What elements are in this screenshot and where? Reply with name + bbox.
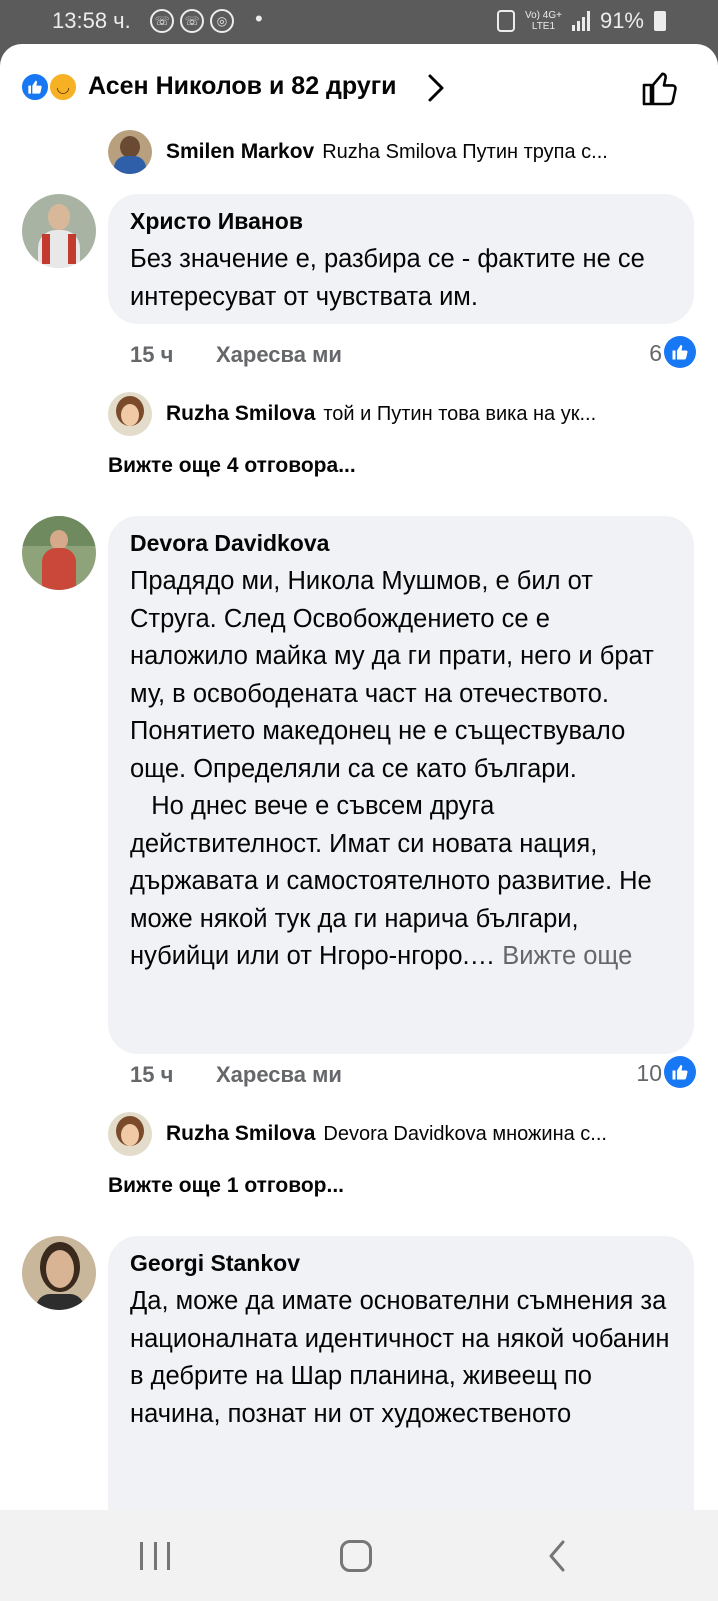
comment-text: Прадядо ми, Никола Мушмов, е бил от Стру… xyxy=(130,567,654,970)
comment-time: 15 ч xyxy=(130,1062,174,1087)
back-icon[interactable] xyxy=(545,1538,569,1574)
avatar[interactable] xyxy=(108,130,152,174)
reactions-header[interactable]: ◡ Асен Николов и 82 други xyxy=(0,44,718,134)
view-more-replies-link[interactable]: Вижте още 4 отговора... xyxy=(108,454,356,478)
system-nav-bar xyxy=(0,1510,718,1601)
status-right: Vo) 4G+ LTE1 91% xyxy=(496,8,666,34)
reactions-summary[interactable]: Асен Николов и 82 други xyxy=(88,72,397,101)
recent-apps-icon[interactable] xyxy=(140,1542,170,1570)
like-icon[interactable] xyxy=(664,1056,696,1088)
status-bar: 13:58 ч. ☏ ☏ ◎ • Vo) 4G+ LTE1 91% xyxy=(0,0,718,44)
home-icon[interactable] xyxy=(340,1540,372,1572)
comments-sheet: ◡ Асен Николов и 82 други Smilen Markov … xyxy=(0,44,718,1510)
comment-author[interactable]: Христо Иванов xyxy=(130,208,672,235)
see-more-link[interactable]: Вижте още xyxy=(502,942,632,970)
avatar[interactable] xyxy=(22,1236,96,1310)
viber-icon: ☏ xyxy=(150,9,174,33)
avatar[interactable] xyxy=(108,1112,152,1156)
like-count[interactable]: 6 xyxy=(649,340,662,367)
comment-time: 15 ч xyxy=(130,342,174,367)
reply-author[interactable]: Ruzha Smilova xyxy=(166,402,315,426)
chevron-right-icon[interactable] xyxy=(424,72,448,104)
like-action-button[interactable]: Харесва ми xyxy=(216,1062,342,1088)
like-action-button[interactable]: Харесва ми xyxy=(216,342,342,368)
reply-preview[interactable]: Ruzha Smilova Devora Davidkova множина с… xyxy=(108,1110,688,1158)
comment-bubble[interactable]: Georgi Stankov Да, може да имате основат… xyxy=(108,1236,694,1510)
network-label: Vo) 4G+ LTE1 xyxy=(524,10,562,32)
signal-icon xyxy=(571,11,590,31)
reply-preview[interactable]: Ruzha Smilova той и Путин това вика на у… xyxy=(108,390,688,438)
comment-author[interactable]: Georgi Stankov xyxy=(130,1250,672,1277)
avatar[interactable] xyxy=(108,392,152,436)
reply-author[interactable]: Smilen Markov xyxy=(166,140,314,164)
alarm-icon xyxy=(496,10,515,32)
reply-snippet[interactable]: Devora Davidkova множина с... xyxy=(323,1123,607,1146)
comment-author[interactable]: Devora Davidkova xyxy=(130,530,672,557)
reaction-icons: ◡ xyxy=(20,70,84,104)
battery-percent: 91% xyxy=(599,8,644,33)
haha-icon: ◡ xyxy=(48,72,78,102)
like-button-icon[interactable] xyxy=(640,68,680,108)
comment-bubble[interactable]: Христо Иванов Без значение е, разбира се… xyxy=(108,194,694,324)
avatar[interactable] xyxy=(22,516,96,590)
chrome-icon: ◎ xyxy=(210,9,234,33)
battery-icon xyxy=(654,11,666,31)
like-count[interactable]: 10 xyxy=(636,1060,662,1087)
viber-icon-2: ☏ xyxy=(180,9,204,33)
comment-actions: 15 ч Харесва ми 6 xyxy=(130,334,696,374)
comment-actions: 15 ч Харесва ми 10 xyxy=(130,1054,696,1094)
like-icon[interactable] xyxy=(664,336,696,368)
more-notifications-dot: • xyxy=(255,6,263,31)
comment-text: Без значение е, разбира се - фактите не … xyxy=(130,245,652,311)
notification-icons: ☏ ☏ ◎ xyxy=(150,9,234,33)
reply-snippet[interactable]: той и Путин това вика на ук... xyxy=(323,403,596,426)
comment-bubble[interactable]: Devora Davidkova Прадядо ми, Никола Мушм… xyxy=(108,516,694,1054)
status-time: 13:58 ч. xyxy=(52,8,131,33)
reply-author[interactable]: Ruzha Smilova xyxy=(166,1122,315,1146)
reply-snippet[interactable]: Ruzha Smilova Путин трупа с... xyxy=(322,141,608,164)
avatar[interactable] xyxy=(22,194,96,268)
comment-text: Да, може да имате основателни съмнения з… xyxy=(130,1287,677,1428)
reply-preview[interactable]: Smilen Markov Ruzha Smilova Путин трупа … xyxy=(108,128,688,176)
like-icon xyxy=(20,72,50,102)
view-more-replies-link[interactable]: Вижте още 1 отговор... xyxy=(108,1174,344,1198)
